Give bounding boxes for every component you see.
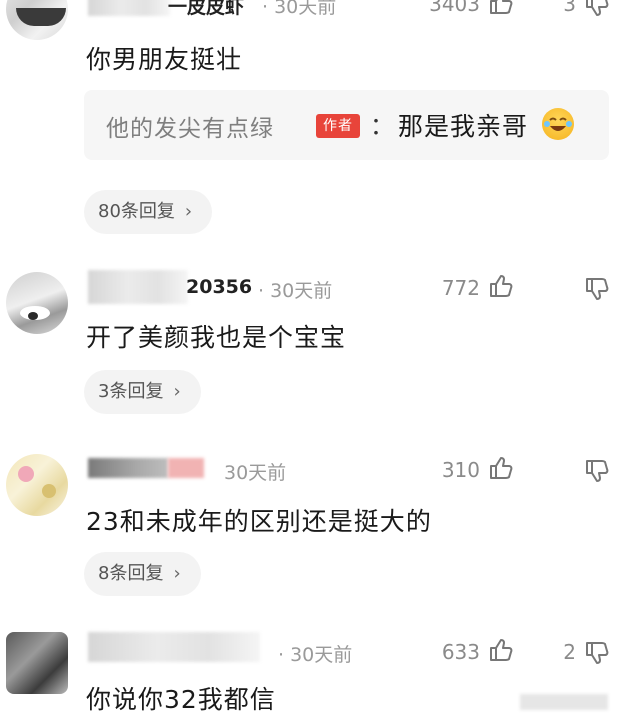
like-count: 772 [441, 276, 480, 300]
reply-colon: ： [370, 112, 394, 140]
thumbs-down-icon[interactable] [584, 640, 610, 666]
laughing-tears-emoji-icon [542, 108, 574, 140]
thumbs-up-icon[interactable] [488, 455, 514, 481]
chevron-right-icon: › [173, 381, 181, 402]
username-blurred [88, 270, 188, 304]
comment-time: · 30天前 [258, 280, 333, 302]
reply-count: 3条回复 [98, 381, 164, 402]
username-blurred [168, 458, 204, 478]
avatar[interactable] [6, 454, 68, 516]
like-count: 3403 [429, 0, 480, 16]
username[interactable]: 一皮皮虾 [168, 0, 244, 19]
comment-time: · 30天前 [262, 0, 337, 18]
dislike-count: 2 [563, 640, 576, 664]
thumbs-down-icon[interactable] [584, 458, 610, 484]
chevron-right-icon: › [184, 201, 193, 222]
comment-text: 开了美颜我也是个宝宝 [86, 323, 347, 352]
thumbs-up-icon[interactable] [488, 637, 514, 663]
avatar[interactable] [6, 632, 68, 694]
author-badge: 作者 [316, 114, 360, 138]
comment-time: 30天前 [224, 462, 287, 484]
view-replies-button[interactable]: 8条回复 › [84, 552, 201, 596]
thumbs-down-icon[interactable] [584, 0, 610, 18]
reply-text: 那是我亲哥 [398, 112, 529, 141]
comment-text: 23和未成年的区别还是挺大的 [86, 507, 432, 536]
username-blurred [88, 0, 170, 16]
thumbs-up-icon[interactable] [488, 0, 514, 16]
username-blurred [88, 458, 168, 478]
comment-time: · 30天前 [278, 644, 353, 666]
reply-count: 8条回复 [98, 563, 164, 584]
thumbs-up-icon[interactable] [488, 273, 514, 299]
like-count: 310 [441, 458, 480, 482]
username[interactable]: 20356 [186, 276, 252, 298]
thumbs-down-icon[interactable] [584, 276, 610, 302]
view-replies-button[interactable]: 80条回复 › [84, 190, 213, 234]
comment-text: 你男朋友挺壮 [86, 45, 243, 74]
reply-count: 80条回复 [98, 201, 175, 222]
username-blurred [88, 632, 260, 662]
avatar[interactable] [6, 272, 68, 334]
chevron-right-icon: › [173, 563, 181, 584]
avatar[interactable] [6, 0, 68, 40]
author-reply-preview[interactable]: 他的发尖有点绿 作者 ： 那是我亲哥 [84, 90, 609, 160]
comment-text: 你说你32我都信 [86, 685, 276, 714]
like-count: 633 [441, 640, 480, 664]
view-replies-button[interactable]: 3条回复 › [84, 370, 201, 414]
reply-author-name[interactable]: 他的发尖有点绿 [106, 109, 274, 143]
dislike-count: 3 [563, 0, 576, 16]
watermark-blurred [520, 694, 608, 710]
